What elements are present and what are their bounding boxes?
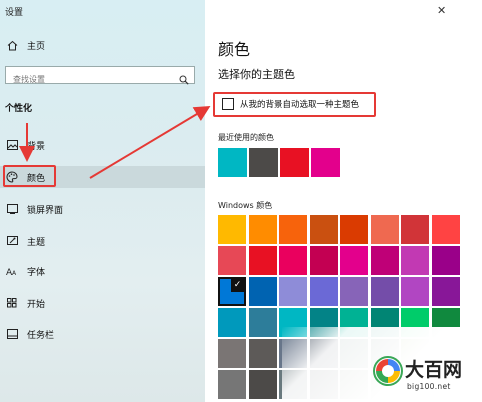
watermark-url: big100.net <box>407 382 451 391</box>
watermark-name: 大百网 <box>405 359 463 381</box>
annotation-arrow-diagonal <box>89 105 211 179</box>
watermark-logo <box>373 356 403 386</box>
